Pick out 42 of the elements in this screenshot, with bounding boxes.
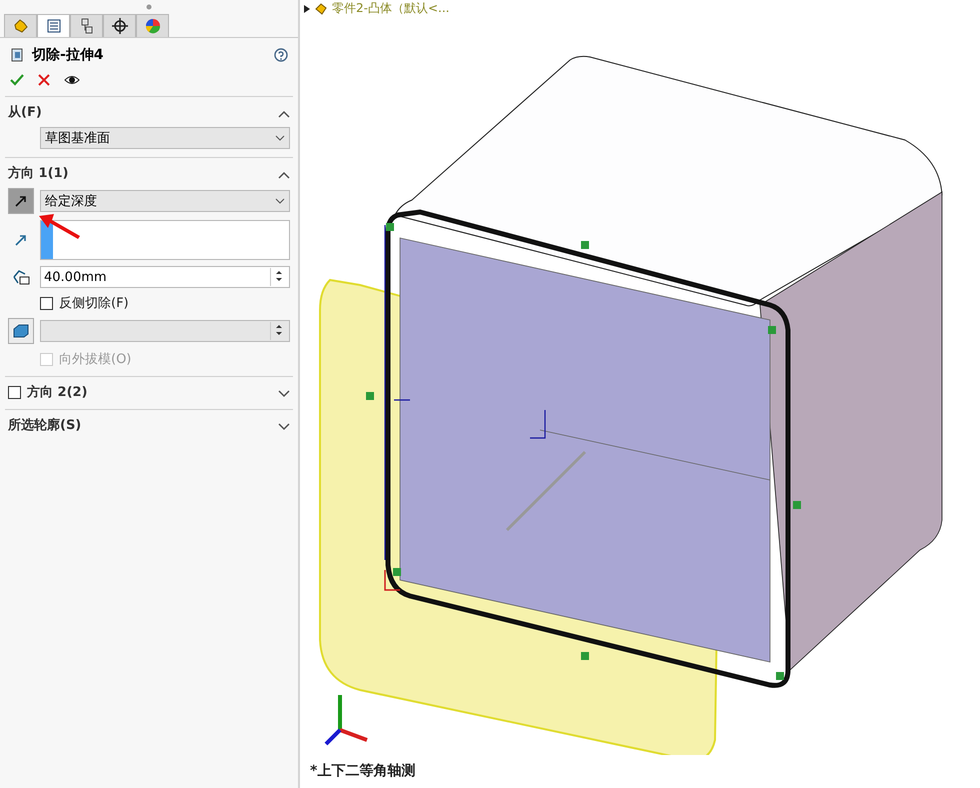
- direction-arrow-icon: [15, 234, 27, 246]
- dropdown-caret-icon[interactable]: [275, 135, 285, 141]
- expand-chevron-icon[interactable]: [278, 390, 290, 398]
- feature-title: 切除-拉伸4: [32, 46, 105, 64]
- section-title: 方向 1(1): [8, 164, 70, 182]
- start-condition-dropdown[interactable]: 草图基准面: [40, 127, 290, 149]
- feature-tree-path[interactable]: 零件2-凸体（默认<...: [332, 0, 450, 17]
- panel-grip-icon[interactable]: [146, 4, 152, 10]
- collapse-chevron-icon[interactable]: [278, 110, 290, 118]
- feature-tab-icon: [12, 17, 30, 35]
- cut-extrude-icon: [10, 47, 24, 63]
- display-tab-icon: [144, 17, 162, 35]
- flip-side-checkbox[interactable]: [40, 296, 53, 310]
- collapse-chevron-icon[interactable]: [278, 170, 290, 178]
- preview-eye-icon[interactable]: [64, 74, 80, 86]
- view-orientation-label: *上下二等角轴测: [310, 762, 416, 780]
- reverse-direction-button[interactable]: [8, 188, 34, 214]
- expand-arrow-icon[interactable]: [304, 4, 310, 12]
- confirm-check-icon[interactable]: [10, 74, 24, 86]
- panel-tab[interactable]: [70, 14, 103, 37]
- depth-dimension-icon: [11, 268, 31, 286]
- block-icon: [12, 323, 30, 339]
- dim-tab-icon: [110, 17, 128, 35]
- arrow-icon: [14, 194, 28, 208]
- end-condition-dropdown[interactable]: 给定深度: [40, 190, 290, 212]
- section-title: 方向 2(2): [27, 384, 88, 401]
- help-icon[interactable]: [274, 48, 288, 62]
- checkbox-label: 向外拔模(O): [59, 351, 132, 368]
- contours-section-title: 所选轮廓(S): [8, 416, 82, 434]
- dropdown-caret-icon[interactable]: [275, 198, 285, 204]
- checkbox-label: 反侧切除(F): [59, 295, 129, 312]
- section-checkbox[interactable]: [8, 386, 21, 398]
- expand-chevron-icon[interactable]: [278, 422, 290, 430]
- panel-tab[interactable]: [37, 14, 70, 37]
- panel-tab[interactable]: [103, 14, 136, 37]
- depth-input-field[interactable]: 40.00mm: [40, 266, 290, 288]
- cancel-x-icon[interactable]: [38, 74, 50, 86]
- section-title: 从(F): [8, 104, 43, 121]
- property-tab-icon: [44, 17, 62, 35]
- draft-toggle-button[interactable]: [8, 318, 34, 344]
- part-icon: [314, 2, 328, 16]
- direction-selection-list[interactable]: [40, 220, 290, 260]
